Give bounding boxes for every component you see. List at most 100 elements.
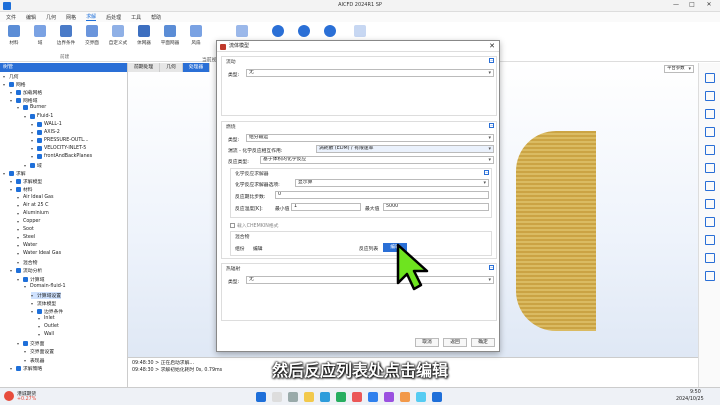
max-temp-input[interactable]: 5000 — [383, 203, 489, 211]
tree-item[interactable]: ▾ 加载网格 — [10, 89, 42, 96]
tree-item[interactable]: ▾ 材料 — [10, 186, 33, 193]
tree-item[interactable]: ▾ 交界面 — [17, 340, 44, 347]
flow-type-select[interactable]: 无 — [246, 69, 494, 77]
tab-geometry[interactable]: 几何 — [160, 63, 183, 72]
collapse-toggle-icon[interactable]: − — [484, 170, 489, 175]
axis-x-icon[interactable] — [705, 73, 715, 83]
app-icon-red[interactable] — [352, 392, 362, 402]
domain-button[interactable]: 域 — [26, 25, 54, 46]
expand-arrow-icon[interactable]: ▾ — [31, 154, 35, 159]
tree-item[interactable]: ▾ PRESSURE-OUTL... — [31, 137, 89, 143]
checkbox-icon[interactable] — [16, 268, 21, 274]
monitor-button[interactable] — [346, 25, 374, 37]
tree-item[interactable]: ▾ 求解模型 — [10, 178, 42, 185]
tree-item[interactable]: ▾ Fluid-1 — [24, 113, 53, 119]
expand-arrow-icon[interactable]: ▾ — [31, 146, 35, 151]
task-view-icon[interactable] — [288, 392, 298, 402]
expand-arrow-icon[interactable]: ▾ — [3, 82, 7, 87]
expand-arrow-icon[interactable]: ▾ — [17, 105, 21, 110]
run-button[interactable] — [264, 25, 292, 37]
aicfd-app-icon[interactable] — [432, 392, 442, 402]
camera-icon[interactable] — [705, 271, 715, 281]
minimize-button[interactable]: — — [670, 1, 682, 8]
expand-arrow-icon[interactable]: ▾ — [10, 268, 14, 273]
app-icon-cyan[interactable] — [416, 392, 426, 402]
expand-arrow-icon[interactable]: ▾ — [38, 316, 42, 321]
tree-item[interactable]: ▾ WALL-1 — [31, 121, 62, 127]
checkbox-icon[interactable] — [37, 129, 42, 135]
expand-arrow-icon[interactable]: ▾ — [17, 251, 21, 256]
menu-postprocess[interactable]: 后处理 — [106, 14, 121, 21]
expand-arrow-icon[interactable]: ▾ — [31, 122, 35, 127]
expand-arrow-icon[interactable]: ▾ — [17, 211, 21, 216]
solver-option-select[interactable]: 显示算 — [295, 179, 489, 187]
maximize-button[interactable]: □ — [686, 1, 698, 8]
axis-y-icon[interactable] — [705, 91, 715, 101]
expand-arrow-icon[interactable]: ▾ — [17, 227, 21, 232]
checkbox-icon[interactable] — [37, 145, 42, 151]
menu-solve[interactable]: 求解 — [86, 13, 97, 21]
expand-arrow-icon[interactable]: ▾ — [17, 203, 21, 208]
checkbox-icon[interactable] — [37, 121, 42, 127]
tree-item[interactable]: ▾ 计算域设置 — [31, 291, 61, 299]
custom-expression-button[interactable]: 自定义式 — [104, 25, 132, 46]
checkbox-icon[interactable] — [9, 82, 14, 88]
checkbox-icon[interactable] — [9, 171, 14, 177]
plane-mesher-button[interactable]: 平面网器 — [156, 25, 184, 46]
collapse-toggle-icon[interactable]: − — [489, 265, 494, 270]
expand-arrow-icon[interactable]: ▾ — [10, 179, 14, 184]
expand-arrow-icon[interactable]: ▾ — [10, 98, 14, 103]
interface-button[interactable]: 交界面 — [78, 25, 106, 46]
collapse-toggle-icon[interactable]: − — [489, 58, 494, 63]
fit-view-icon[interactable] — [705, 253, 715, 263]
expand-arrow-icon[interactable]: ▾ — [10, 187, 14, 192]
magnet-tool-button[interactable] — [228, 25, 256, 37]
expand-arrow-icon[interactable]: ▾ — [24, 163, 28, 168]
expand-arrow-icon[interactable]: ▾ — [17, 235, 21, 240]
volume-mesher-button[interactable]: 体网器 — [130, 25, 158, 46]
expand-arrow-icon[interactable]: ▾ — [31, 293, 35, 298]
expand-arrow-icon[interactable]: ▾ — [10, 90, 14, 95]
expand-arrow-icon[interactable]: ▾ — [38, 324, 42, 329]
menu-mesh[interactable]: 网格 — [66, 14, 76, 21]
tree-item[interactable]: ▾ Wall — [38, 332, 54, 337]
material-button[interactable]: 材料 — [0, 25, 28, 46]
tree-item[interactable]: ▾ 网格域 — [10, 97, 37, 104]
checkbox-icon[interactable] — [23, 341, 28, 347]
tree-item[interactable]: ▾ 流动分析 — [10, 267, 42, 274]
tree-item[interactable]: ▾ 域 — [24, 162, 42, 169]
tree-item[interactable]: ▾ Water — [17, 243, 37, 248]
checkbox-icon[interactable] — [23, 105, 28, 111]
checkbox-icon[interactable] — [30, 163, 35, 169]
tree-item[interactable]: ▾ Copper — [17, 219, 40, 224]
expand-arrow-icon[interactable]: ▾ — [24, 349, 28, 354]
expand-arrow-icon[interactable]: ▾ — [17, 260, 21, 265]
app-icon-blue[interactable] — [368, 392, 378, 402]
expand-arrow-icon[interactable]: ▾ — [24, 284, 28, 289]
turbulence-chem-select[interactable]: 涡耗散 (EDM) / 有限速率 — [316, 145, 494, 153]
checkbox-icon[interactable] — [16, 187, 21, 193]
tree-item[interactable]: ▾ VELOCITY-INLET-5 — [31, 145, 86, 151]
tree-item[interactable]: ▾ frontAndBackPlanes — [31, 154, 92, 159]
checkbox-icon[interactable] — [23, 276, 28, 282]
checkbox-icon[interactable] — [37, 137, 42, 143]
tree-item[interactable]: ▾ 边界条件 — [31, 308, 63, 315]
menu-help[interactable]: 帮助 — [151, 14, 161, 21]
expand-arrow-icon[interactable]: ▾ — [17, 195, 21, 200]
view-back-icon[interactable] — [705, 145, 715, 155]
app-icon-orange[interactable] — [400, 392, 410, 402]
expand-arrow-icon[interactable]: ▾ — [38, 332, 42, 337]
tree-item[interactable]: ▾ Soot — [17, 227, 34, 232]
next-button[interactable] — [290, 25, 318, 37]
expand-arrow-icon[interactable]: ▾ — [17, 243, 21, 248]
expand-arrow-icon[interactable]: ▾ — [3, 74, 7, 79]
stock-widget-icon[interactable] — [4, 391, 14, 401]
checkbox-icon[interactable] — [16, 90, 21, 96]
chemkin-checkbox-row[interactable]: 载入CHEMKIN格式 — [230, 222, 278, 229]
expand-arrow-icon[interactable]: ▾ — [31, 301, 35, 306]
radiation-type-select[interactable]: 无 — [246, 276, 494, 284]
tree-item[interactable]: ▾ 流体模型 — [31, 300, 56, 307]
fan-button[interactable]: 风扇 — [182, 25, 210, 46]
tree-item[interactable]: ▾ 交界面设置 — [24, 348, 54, 355]
tab-preprocess[interactable]: 前期处理 — [128, 63, 161, 72]
